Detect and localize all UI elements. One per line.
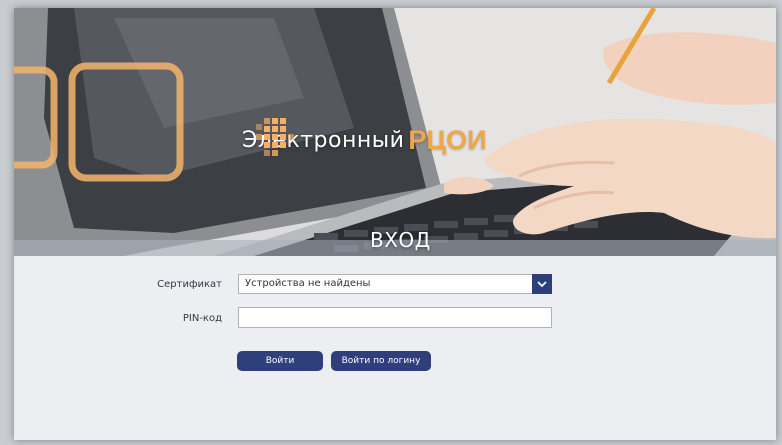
brand-name: РЦОИ	[408, 124, 487, 155]
certificate-dropdown-button[interactable]	[532, 274, 552, 294]
pin-input[interactable]	[238, 307, 552, 328]
login-form: Сертификат Устройства не найдены PIN-код…	[14, 256, 776, 440]
login-by-username-button[interactable]: Войти по логину	[331, 351, 431, 371]
grid-logo-icon	[256, 118, 294, 156]
brand: Электронный РЦОИ	[242, 118, 487, 162]
login-button[interactable]: Войти	[237, 351, 323, 371]
header-banner: Электронный РЦОИ ВХОД	[14, 8, 776, 256]
certificate-label: Сертификат	[157, 279, 222, 290]
certificate-select[interactable]: Устройства не найдены	[238, 274, 552, 294]
certificate-select-value: Устройства не найдены	[245, 278, 371, 289]
chevron-down-icon	[537, 280, 547, 287]
pin-label: PIN-код	[182, 313, 222, 324]
login-window: Электронный РЦОИ ВХОД Сертификат Устройс…	[14, 8, 776, 440]
page-title: ВХОД	[370, 228, 431, 252]
